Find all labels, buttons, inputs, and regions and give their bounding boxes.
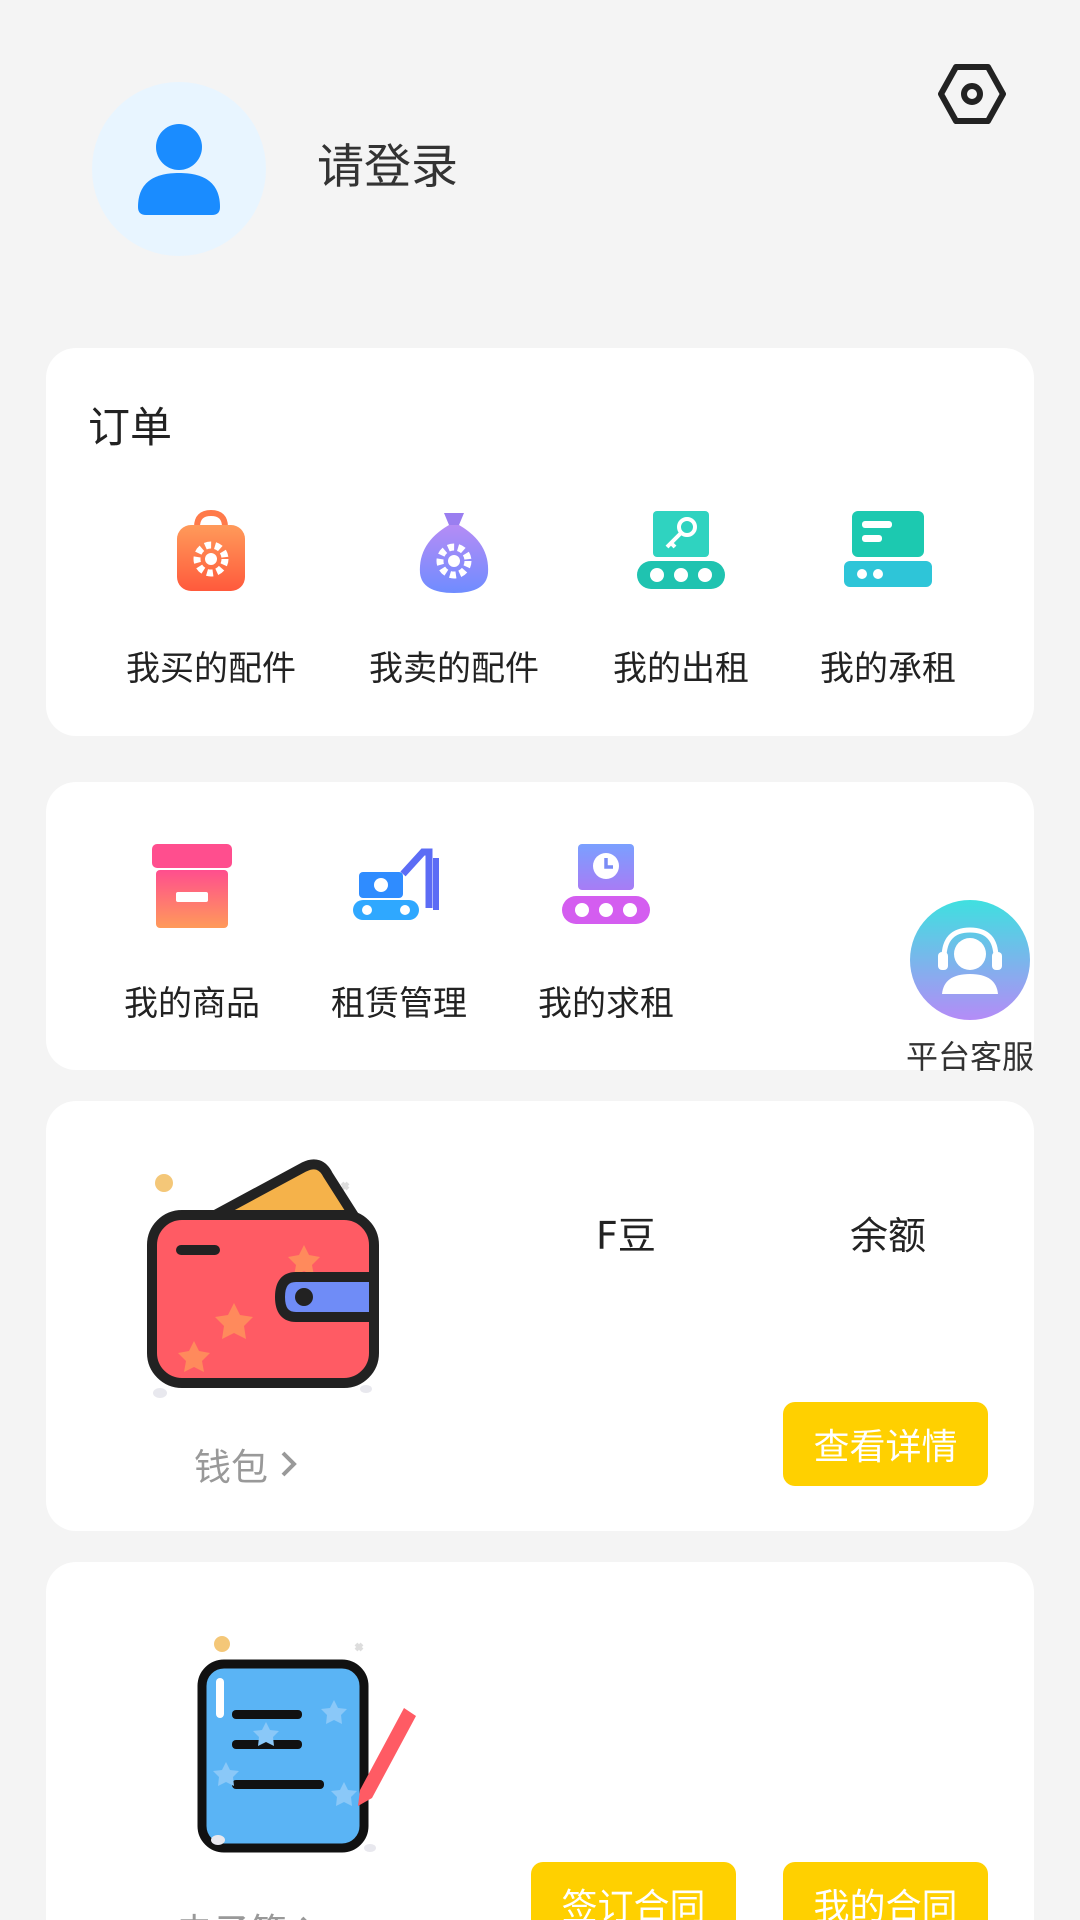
wallet-link-label: 钱包	[194, 1446, 268, 1489]
e-sign-document-icon	[197, 1636, 416, 1853]
login-prompt[interactable]: 请登录	[317, 128, 458, 197]
my-contracts-button[interactable]: 我的合同	[783, 1862, 988, 1920]
mgmt-item-my-wanted[interactable]: 我的求租	[506, 838, 706, 1025]
orders-card: 订单 我买的配件 我卖的配件 我的出租 我的承租	[46, 348, 1034, 736]
settings-button[interactable]	[936, 58, 1008, 130]
mgmt-item-label: 租赁管理	[331, 984, 467, 1024]
mgmt-item-lease-management[interactable]: 租赁管理	[299, 838, 499, 1025]
orange-bag-gear-icon	[177, 509, 245, 591]
view-details-button[interactable]: 查看详情	[783, 1402, 988, 1486]
wallet-icon	[147, 1159, 379, 1398]
wallet-link[interactable]: 钱包	[194, 1437, 298, 1491]
management-card: 我的商品 租赁管理 我的求租	[46, 782, 1034, 1070]
headset-agent-icon	[938, 927, 1002, 994]
pink-box-icon	[152, 844, 232, 928]
contract-card: 电子签 签订合同 我的合同	[46, 1562, 1034, 1920]
teal-conveyor-key-icon	[637, 511, 725, 589]
chevron-right-icon	[281, 1451, 297, 1477]
order-item-label: 我买的配件	[126, 649, 296, 689]
order-item-my-rentals-in[interactable]: 我的承租	[788, 503, 988, 690]
purple-conveyor-clock-icon	[562, 844, 650, 924]
mgmt-item-label: 我的求租	[538, 984, 674, 1024]
order-item-label: 我的承租	[820, 649, 956, 689]
sign-contract-button[interactable]: 签订合同	[531, 1862, 736, 1920]
chevron-right-icon	[300, 1916, 307, 1920]
wallet-card: 钱包 F豆 余额 查看详情	[46, 1101, 1034, 1531]
blue-excavator-icon	[353, 848, 439, 920]
order-item-bought-parts[interactable]: 我买的配件	[111, 503, 311, 690]
user-avatar-icon	[138, 124, 220, 215]
e-sign-link[interactable]: 电子签	[176, 1902, 317, 1920]
mgmt-item-label: 我的商品	[124, 984, 260, 1024]
order-item-label: 我的出租	[613, 649, 749, 689]
service-label: 平台客服	[905, 1038, 1034, 1076]
purple-sack-gear-icon	[419, 513, 489, 593]
order-item-sold-parts[interactable]: 我卖的配件	[354, 503, 554, 690]
mgmt-item-my-goods[interactable]: 我的商品	[92, 838, 292, 1025]
order-item-label: 我卖的配件	[369, 649, 539, 689]
teal-device-icon	[844, 511, 932, 587]
e-sign-link-label: 电子签	[176, 1902, 287, 1920]
order-item-my-rentals-out[interactable]: 我的出租	[581, 503, 781, 690]
platform-service-button[interactable]: 平台客服	[902, 900, 1038, 1078]
orders-title: 订单	[88, 403, 173, 452]
balance-label: 余额	[850, 1214, 927, 1258]
customer-service-avatar	[910, 900, 1030, 1020]
f-beans-label: F豆	[596, 1214, 656, 1258]
settings-hexagon-icon	[938, 64, 1006, 124]
avatar[interactable]	[92, 82, 266, 256]
